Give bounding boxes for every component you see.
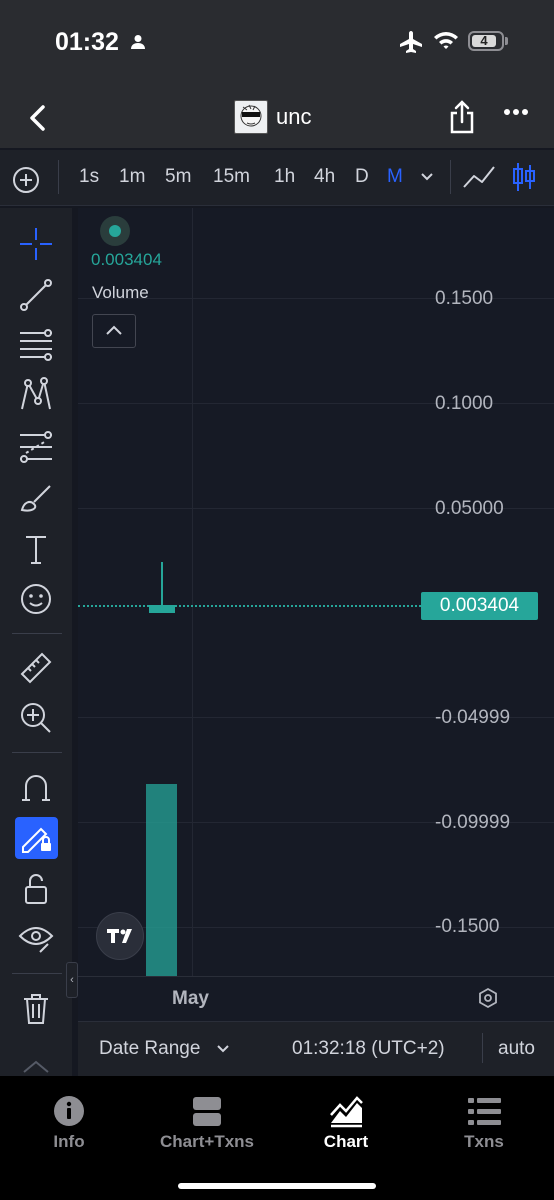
- auto-scale-toggle[interactable]: auto: [498, 1038, 535, 1060]
- grid-line-vertical: [192, 208, 193, 976]
- legend-price-value: 0.003404: [91, 250, 162, 269]
- time-axis-label: May: [172, 988, 209, 1009]
- drawing-toolbar-divider: [12, 752, 62, 753]
- more-options-icon[interactable]: [504, 108, 528, 116]
- battery-level: 4: [472, 34, 496, 47]
- battery-icon: 4: [468, 31, 504, 51]
- timezone-clock[interactable]: 01:32:18 (UTC+2): [292, 1038, 445, 1060]
- timeframe-1m[interactable]: 1m: [119, 166, 145, 188]
- unlock-icon[interactable]: [18, 871, 54, 907]
- timeframe-chevron-down-icon[interactable]: [420, 172, 434, 182]
- tab-info[interactable]: Info: [0, 1132, 138, 1152]
- add-indicator-icon[interactable]: [12, 166, 40, 194]
- toolbar-divider: [58, 160, 59, 194]
- legend-volume-label[interactable]: Volume: [92, 283, 149, 303]
- tab-txns[interactable]: Txns: [415, 1132, 553, 1152]
- date-range-button[interactable]: Date Range: [99, 1038, 200, 1060]
- ruler-icon[interactable]: [18, 650, 54, 686]
- timeframe-1s[interactable]: 1s: [79, 166, 99, 188]
- area-chart-icon[interactable]: [277, 1095, 415, 1129]
- candle-body: [149, 605, 175, 613]
- tab-chart-txns[interactable]: Chart+Txns: [138, 1132, 276, 1152]
- candlestick-chart-icon[interactable]: [512, 161, 536, 193]
- wifi-icon: [432, 29, 460, 51]
- toggle-drawing-toolbar-chevron-icon[interactable]: ‹: [66, 962, 78, 998]
- price-tick: -0.1500: [435, 916, 500, 937]
- timeframe-m[interactable]: M: [387, 166, 403, 188]
- fib-retracement-icon[interactable]: [18, 327, 54, 363]
- price-tick: -0.04999: [435, 707, 511, 728]
- price-tick: -0.09999: [435, 812, 511, 833]
- trend-line-icon[interactable]: [18, 277, 54, 313]
- timeframe-4h[interactable]: 4h: [314, 166, 335, 188]
- line-chart-icon[interactable]: [462, 163, 496, 191]
- battery-nub: [505, 37, 508, 45]
- timeframe-1h[interactable]: 1h: [274, 166, 295, 188]
- drawing-toolbar-divider: [12, 973, 62, 974]
- split-view-icon[interactable]: [138, 1095, 276, 1129]
- price-tick: 0.05000: [435, 498, 504, 519]
- pattern-icon[interactable]: [18, 377, 54, 413]
- crosshair-icon[interactable]: [18, 226, 54, 262]
- toolbar-divider: [450, 160, 451, 194]
- person-icon: [130, 34, 146, 50]
- token-name: unc: [276, 104, 312, 129]
- status-time: 01:32: [55, 28, 119, 56]
- home-indicator[interactable]: [178, 1183, 376, 1189]
- airplane-mode-icon: [398, 30, 424, 54]
- emoji-icon[interactable]: [18, 581, 54, 617]
- trash-icon[interactable]: [18, 991, 54, 1027]
- drawing-toolbar-divider: [12, 633, 62, 634]
- magnet-icon[interactable]: [18, 770, 54, 806]
- date-range-chevron-down-icon[interactable]: [216, 1044, 230, 1054]
- share-icon[interactable]: [448, 100, 476, 134]
- volume-bar: [146, 784, 177, 976]
- bottom-bar-divider: [482, 1033, 483, 1063]
- chart-settings-icon[interactable]: [477, 987, 499, 1009]
- list-icon[interactable]: [415, 1095, 553, 1129]
- text-tool-icon[interactable]: [18, 531, 54, 567]
- current-price-line: [78, 605, 421, 607]
- tradingview-logo[interactable]: [96, 912, 144, 960]
- pencil-lock-icon: [22, 827, 51, 853]
- timeframe-15m[interactable]: 15m: [213, 166, 250, 188]
- timeframe-5m[interactable]: 5m: [165, 166, 191, 188]
- price-tick: 0.1500: [435, 288, 494, 309]
- collapse-legend-button[interactable]: [92, 314, 136, 348]
- market-status-dot: [109, 225, 121, 237]
- tab-chart[interactable]: Chart: [277, 1132, 415, 1152]
- chevron-up-icon: [106, 325, 122, 335]
- scroll-up-chevron-icon[interactable]: [18, 1056, 54, 1076]
- token-avatar: [234, 100, 268, 134]
- zoom-in-icon[interactable]: [18, 700, 54, 736]
- timeframe-d[interactable]: D: [355, 166, 369, 188]
- candle-wick: [161, 562, 163, 606]
- back-chevron-icon[interactable]: [25, 104, 51, 132]
- price-tick: 0.1000: [435, 393, 494, 414]
- info-icon[interactable]: [0, 1095, 138, 1129]
- eye-icon[interactable]: [18, 920, 54, 956]
- stay-in-drawing-mode-button[interactable]: [15, 817, 58, 859]
- current-price-label: 0.003404: [421, 592, 538, 620]
- prediction-icon[interactable]: [18, 429, 54, 465]
- brush-icon[interactable]: [18, 480, 54, 516]
